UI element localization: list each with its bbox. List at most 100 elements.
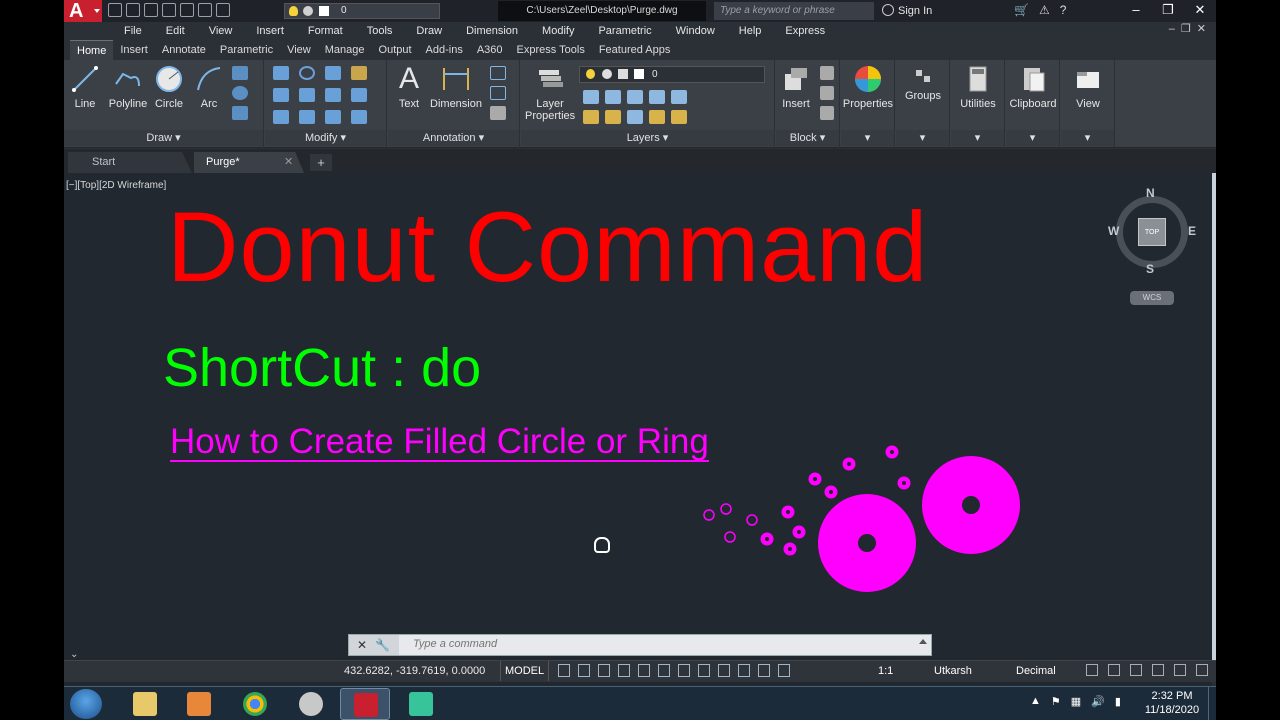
units-dropdown[interactable]: Decimal — [1016, 661, 1056, 681]
arc-tool[interactable]: Arc — [194, 64, 224, 110]
command-history-arrow-icon[interactable] — [919, 639, 927, 644]
rotate-icon[interactable] — [299, 66, 315, 80]
tab-insert[interactable]: Insert — [113, 40, 155, 60]
tab-output[interactable]: Output — [372, 40, 419, 60]
menu-help[interactable]: Help — [727, 22, 774, 40]
groups-panel[interactable]: Groups ▾ — [896, 60, 950, 148]
coordinates-readout[interactable]: 432.6282, -319.7619, 0.0000 — [344, 661, 485, 681]
clean-screen-icon[interactable] — [1174, 664, 1186, 676]
leader-icon[interactable] — [490, 86, 506, 100]
attribute-icon[interactable] — [820, 106, 834, 120]
annotation-visibility-icon[interactable] — [738, 664, 750, 677]
explode-icon[interactable] — [351, 88, 367, 102]
model-space-button[interactable]: MODEL — [500, 661, 550, 681]
groups-expand-icon[interactable]: ▾ — [896, 130, 949, 146]
tab-a360[interactable]: A360 — [470, 40, 510, 60]
transparency-icon[interactable] — [678, 664, 690, 677]
open-file-icon[interactable] — [126, 3, 140, 17]
layer-tool-icon[interactable] — [649, 110, 665, 124]
help-icon[interactable]: ? — [1060, 3, 1067, 17]
chevron-down-icon[interactable]: ⌄ — [70, 649, 78, 660]
annotation-scale[interactable]: 1:1 — [878, 661, 893, 681]
create-block-icon[interactable] — [820, 66, 834, 80]
circle-tool[interactable]: Circle — [154, 64, 184, 110]
menu-file[interactable]: File — [112, 22, 154, 40]
taskbar-explorer[interactable] — [120, 688, 170, 720]
help-search-input[interactable]: Type a keyword or phrase — [714, 2, 874, 20]
tab-purge[interactable]: Purge* ✕ — [194, 152, 304, 173]
polyline-tool[interactable]: Polyline — [104, 64, 152, 110]
fillet-icon[interactable] — [325, 88, 341, 102]
stretch-icon[interactable] — [273, 110, 289, 124]
menu-window[interactable]: Window — [664, 22, 727, 40]
compass-north[interactable]: N — [1146, 186, 1155, 200]
utilities-panel[interactable]: Utilities ▾ — [951, 60, 1005, 148]
redo-icon[interactable] — [216, 3, 230, 17]
command-line-buttons[interactable]: ✕🔧 — [349, 635, 399, 655]
new-file-icon[interactable] — [108, 3, 122, 17]
start-button[interactable] — [70, 689, 102, 719]
draw-panel-title[interactable]: Draw ▾ — [64, 130, 263, 146]
layer-tool-icon[interactable] — [583, 110, 599, 124]
network-icon[interactable]: ▦ — [1071, 695, 1081, 708]
qat-layer-dropdown[interactable]: 0 — [284, 3, 440, 19]
compass-west[interactable]: W — [1108, 224, 1119, 238]
menu-express[interactable]: Express — [773, 22, 837, 40]
layer-tool-icon[interactable] — [583, 90, 599, 104]
groups-tool[interactable]: Groups — [896, 68, 950, 102]
autoscale-icon[interactable] — [758, 664, 770, 677]
tab-express-tools[interactable]: Express Tools — [510, 40, 592, 60]
selection-cycling-icon[interactable] — [698, 664, 710, 677]
save-icon[interactable] — [144, 3, 158, 17]
layer-tool-icon[interactable] — [627, 110, 643, 124]
grid-icon[interactable] — [558, 664, 570, 677]
tab-view[interactable]: View — [280, 40, 318, 60]
clipboard-tool[interactable]: Clipboard — [1006, 64, 1060, 110]
menu-modify[interactable]: Modify — [530, 22, 586, 40]
osnap-icon[interactable] — [638, 664, 650, 677]
viewcube-top-face[interactable]: TOP — [1138, 218, 1166, 246]
scale-icon[interactable] — [299, 110, 315, 124]
view-tool[interactable]: View — [1061, 64, 1115, 110]
modify-panel-title[interactable]: Modify ▾ — [265, 130, 386, 146]
menu-edit[interactable]: Edit — [154, 22, 197, 40]
show-desktop-button[interactable] — [1208, 687, 1216, 720]
wcs-menu[interactable]: WCS — [1130, 291, 1174, 305]
utilities-tool[interactable]: Utilities — [951, 64, 1005, 110]
trim-icon[interactable] — [325, 66, 341, 80]
rectangle-icon[interactable] — [232, 66, 248, 80]
dimension-tool[interactable]: Dimension — [428, 64, 484, 110]
taskbar-chrome[interactable] — [230, 688, 280, 720]
layer-tool-icon[interactable] — [671, 110, 687, 124]
properties-panel[interactable]: Properties ▾ — [841, 60, 895, 148]
ortho-icon[interactable] — [598, 664, 610, 677]
restore-icon[interactable]: ❐ — [1152, 0, 1184, 22]
cart-icon[interactable]: 🛒 — [1014, 3, 1029, 17]
workspace-dropdown[interactable]: Utkarsh — [934, 661, 972, 681]
layer-tool-icon[interactable] — [649, 90, 665, 104]
insert-tool[interactable]: Insert — [778, 64, 814, 110]
clipboard-panel[interactable]: Clipboard ▾ — [1006, 60, 1060, 148]
tray-expand-icon[interactable]: ▲ — [1030, 695, 1041, 708]
plot-icon[interactable] — [180, 3, 194, 17]
annotation-panel-title[interactable]: Annotation ▾ — [388, 130, 519, 146]
snap-icon[interactable] — [578, 664, 590, 677]
layer-properties-tool[interactable]: Layer Properties — [525, 64, 575, 122]
layer-tool-icon[interactable] — [627, 90, 643, 104]
tab-parametric[interactable]: Parametric — [213, 40, 280, 60]
array-icon[interactable] — [325, 110, 341, 124]
quick-properties-icon[interactable] — [1086, 664, 1098, 676]
isolate-objects-icon[interactable] — [1130, 664, 1142, 676]
menu-draw[interactable]: Draw — [404, 22, 454, 40]
linear-dim-icon[interactable] — [490, 66, 506, 80]
copy-icon[interactable] — [273, 88, 289, 102]
offset-icon[interactable] — [351, 110, 367, 124]
compass-east[interactable]: E — [1188, 224, 1196, 238]
taskbar-clock[interactable]: 2:32 PM 11/18/2020 — [1140, 689, 1204, 717]
viewcube[interactable]: TOP N S E W — [1108, 186, 1196, 276]
action-center-icon[interactable]: ⚑ — [1051, 695, 1061, 708]
layers-panel-title[interactable]: Layers ▾ — [521, 130, 774, 146]
battery-icon[interactable]: ▮ — [1115, 695, 1121, 708]
menu-insert[interactable]: Insert — [244, 22, 296, 40]
3d-osnap-icon[interactable] — [718, 664, 730, 677]
